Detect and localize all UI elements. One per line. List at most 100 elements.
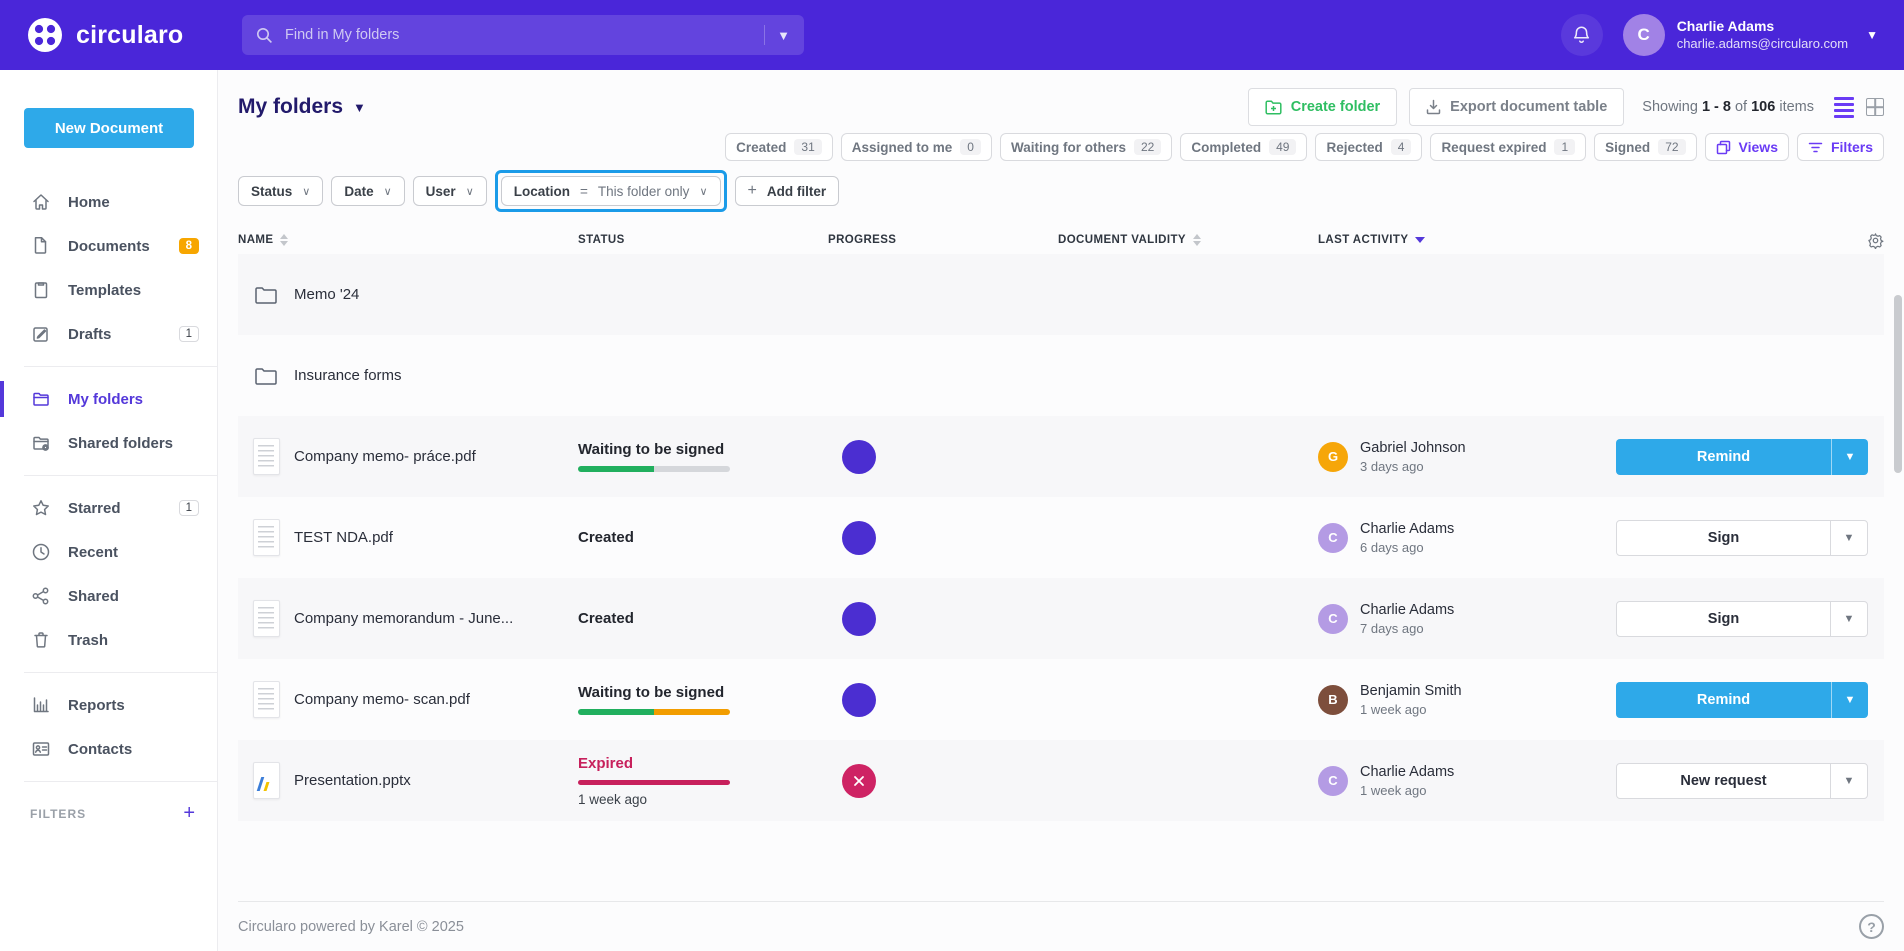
row-name[interactable]: Insurance forms [294, 367, 402, 384]
action-button-label[interactable]: Sign [1617, 602, 1830, 636]
row-name-cell: Company memorandum - June... [238, 600, 578, 637]
action-button-label[interactable]: New request [1617, 764, 1830, 798]
quick-filter-count: 49 [1269, 139, 1296, 155]
remind-button[interactable]: Remind▼ [1616, 682, 1868, 718]
sidebar-item-trash[interactable]: Trash [0, 618, 217, 662]
filters-button[interactable]: Filters [1797, 133, 1884, 161]
action-button-label[interactable]: Sign [1617, 521, 1830, 555]
search-placeholder: Find in My folders [285, 27, 764, 43]
filter-dropdown-date[interactable]: Date∨ [331, 176, 404, 206]
sidebar-item-documents[interactable]: Documents8 [0, 224, 217, 268]
sidebar-item-starred[interactable]: Starred1 [0, 486, 217, 530]
views-icon [1716, 140, 1731, 155]
sidebar-item-badge: 1 [179, 326, 199, 342]
table-row[interactable]: Company memorandum - June...CreatedCChar… [238, 578, 1884, 659]
table-row[interactable]: Company memo- scan.pdfWaiting to be sign… [238, 659, 1884, 740]
row-name-cell: Company memo- práce.pdf [238, 438, 578, 475]
column-header-document-validity[interactable]: DOCUMENT VALIDITY [1058, 234, 1318, 246]
add-filter-button[interactable]: +Add filter [735, 176, 840, 206]
document-icon [30, 236, 52, 256]
sort-icon [1193, 234, 1201, 246]
table-row[interactable]: Presentation.pptxExpired1 week agoCCharl… [238, 740, 1884, 821]
table-row[interactable]: Memo '24 [238, 254, 1884, 335]
action-dropdown-caret[interactable]: ▼ [1831, 439, 1868, 475]
scrollbar-thumb[interactable] [1894, 295, 1902, 473]
sidebar-item-reports[interactable]: Reports [0, 683, 217, 727]
sidebar-item-templates[interactable]: Templates [0, 268, 217, 312]
page-title-dropdown[interactable]: My folders ▼ [238, 95, 366, 119]
brand-logo[interactable]: circularo [26, 16, 220, 54]
column-header-label: NAME [238, 234, 273, 246]
filter-dropdown-user[interactable]: User∨ [413, 176, 487, 206]
row-activity-text: Gabriel Johnson3 days ago [1360, 440, 1466, 474]
sidebar-item-recent[interactable]: Recent [0, 530, 217, 574]
search-input[interactable]: Find in My folders ▼ [242, 15, 804, 55]
column-header-last-activity[interactable]: LAST ACTIVITY [1318, 234, 1610, 246]
sidebar-item-home[interactable]: Home [0, 180, 217, 224]
sidebar-item-label: Contacts [68, 741, 132, 758]
quick-filter-waiting-for-others[interactable]: Waiting for others22 [1000, 133, 1172, 161]
sidebar-item-drafts[interactable]: Drafts1 [0, 312, 217, 356]
sidebar-item-shared-folders[interactable]: Shared folders [0, 421, 217, 465]
action-dropdown-caret[interactable]: ▼ [1831, 682, 1868, 718]
row-name[interactable]: Company memorandum - June... [294, 610, 513, 627]
table-row[interactable]: Insurance forms [238, 335, 1884, 416]
row-status: Expired [578, 755, 828, 772]
sign-button[interactable]: Sign▼ [1616, 601, 1868, 637]
quick-filter-created[interactable]: Created31 [725, 133, 833, 161]
expired-status-icon[interactable] [842, 764, 876, 798]
row-status: Created [578, 610, 828, 627]
main-content: My folders ▼ Create folder [218, 70, 1904, 951]
create-folder-button[interactable]: Create folder [1248, 88, 1397, 126]
new-request-button[interactable]: New request▼ [1616, 763, 1868, 799]
user-menu[interactable]: C Charlie Adams charlie.adams@circularo.… [1623, 14, 1878, 56]
action-dropdown-caret[interactable]: ▼ [1830, 521, 1867, 555]
quick-filter-completed[interactable]: Completed 49 [1180, 133, 1307, 161]
row-name[interactable]: TEST NDA.pdf [294, 529, 393, 546]
quick-filter-signed[interactable]: Signed72 [1594, 133, 1696, 161]
quick-filter-label: Completed [1191, 140, 1261, 155]
sidebar-item-label: Reports [68, 697, 125, 714]
views-button[interactable]: Views [1705, 133, 1789, 161]
action-dropdown-caret[interactable]: ▼ [1830, 602, 1867, 636]
table-row[interactable]: Company memo- práce.pdfWaiting to be sig… [238, 416, 1884, 497]
column-header-name[interactable]: NAME [238, 234, 578, 246]
row-name[interactable]: Company memo- scan.pdf [294, 691, 470, 708]
document-thumbnail-icon [238, 519, 294, 556]
signature-status-icon[interactable] [842, 521, 876, 555]
signature-status-icon[interactable] [842, 440, 876, 474]
row-activity-text: Benjamin Smith1 week ago [1360, 683, 1462, 717]
action-dropdown-caret[interactable]: ▼ [1830, 764, 1867, 798]
quick-filter-rejected[interactable]: Rejected4 [1315, 133, 1422, 161]
row-name[interactable]: Memo '24 [294, 286, 359, 303]
signature-status-icon[interactable] [842, 602, 876, 636]
table-settings-button[interactable] [1610, 232, 1884, 249]
sidebar-item-contacts[interactable]: Contacts [0, 727, 217, 771]
filter-dropdown-status[interactable]: Status∨ [238, 176, 323, 206]
help-button[interactable]: ? [1859, 914, 1884, 939]
add-saved-filter-button[interactable]: + [183, 802, 195, 825]
quick-filter-request-expired[interactable]: Request expired1 [1430, 133, 1586, 161]
quick-filter-count: 22 [1134, 139, 1161, 155]
notifications-button[interactable] [1561, 14, 1603, 56]
action-button-label[interactable]: Remind [1616, 682, 1831, 718]
sidebar-item-my-folders[interactable]: My folders [0, 377, 217, 421]
search-scope-caret-icon[interactable]: ▼ [777, 28, 790, 43]
grid-view-button[interactable] [1866, 98, 1884, 116]
row-progress-cell [828, 764, 1058, 798]
signature-status-icon[interactable] [842, 683, 876, 717]
remind-button[interactable]: Remind▼ [1616, 439, 1868, 475]
showing-count: Showing 1 - 8 of 106 items [1642, 99, 1814, 115]
filter-dropdown-location[interactable]: Location=This folder only∨ [501, 176, 721, 206]
sort-icon [280, 234, 288, 246]
action-button-label[interactable]: Remind [1616, 439, 1831, 475]
table-row[interactable]: TEST NDA.pdfCreatedCCharlie Adams6 days … [238, 497, 1884, 578]
list-view-button[interactable] [1834, 97, 1854, 118]
export-document-table-button[interactable]: Export document table [1409, 88, 1624, 126]
sign-button[interactable]: Sign▼ [1616, 520, 1868, 556]
new-document-button[interactable]: New Document [24, 108, 194, 148]
sidebar-item-shared[interactable]: Shared [0, 574, 217, 618]
row-name[interactable]: Company memo- práce.pdf [294, 448, 476, 465]
row-name[interactable]: Presentation.pptx [294, 772, 411, 789]
quick-filter-assigned-to-me[interactable]: Assigned to me0 [841, 133, 992, 161]
